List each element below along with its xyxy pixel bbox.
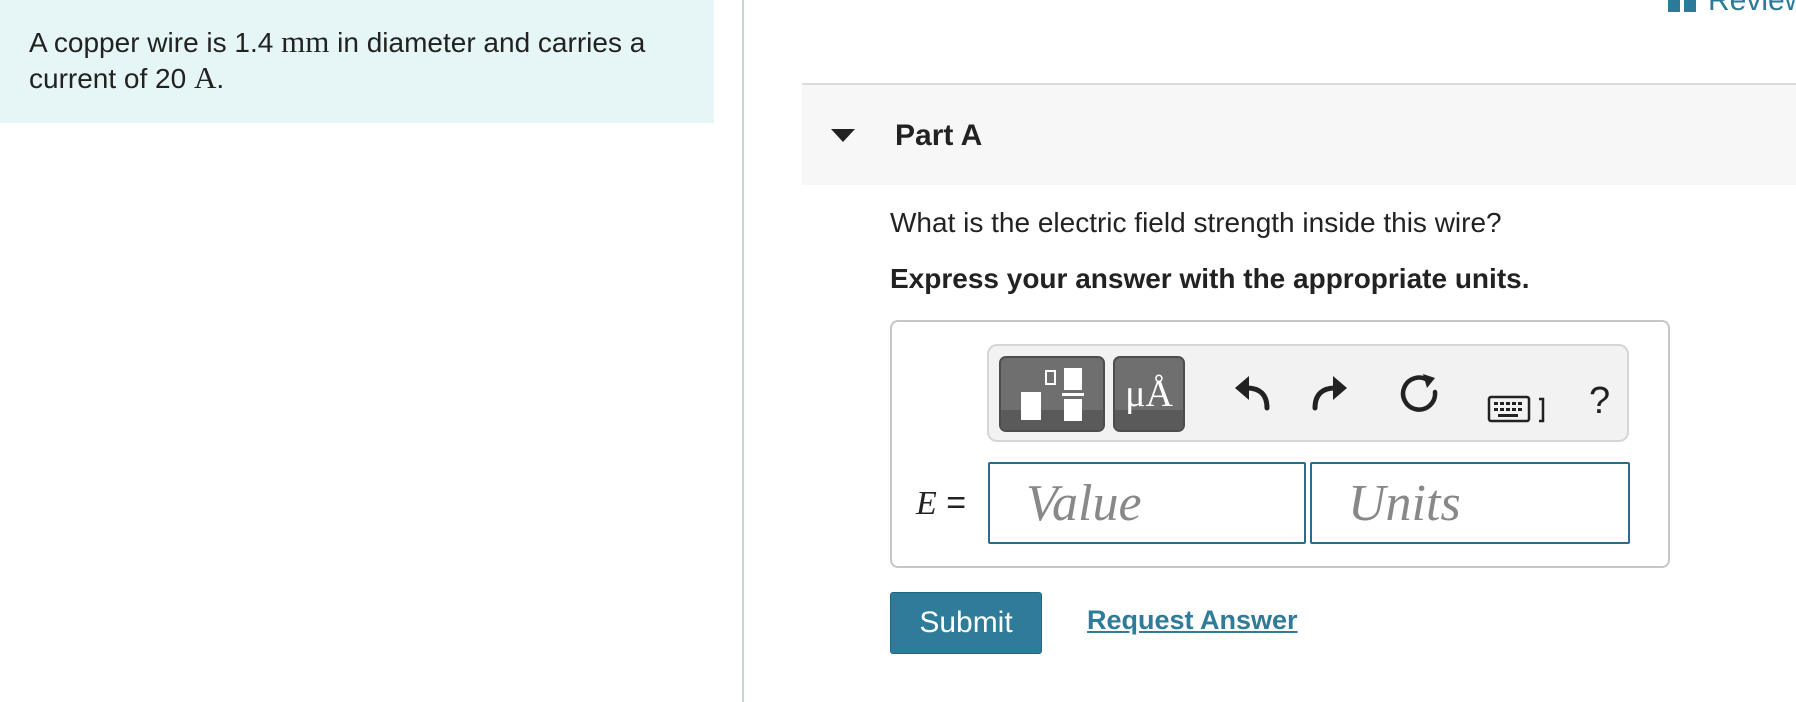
redo-icon[interactable] (1307, 372, 1351, 416)
part-header[interactable]: Part A (802, 85, 1796, 185)
part-title: Part A (895, 119, 983, 152)
unit-mm: mm (281, 24, 330, 59)
problem-text-3: current of 20 (29, 63, 187, 94)
value-input[interactable] (988, 462, 1306, 544)
variable-symbol: E (916, 485, 937, 522)
equals-sign: = (946, 484, 967, 522)
help-button[interactable]: ? (1589, 380, 1610, 423)
answer-box: μÅ ? E = (890, 320, 1670, 568)
request-answer-link[interactable]: Request Answer (1087, 605, 1298, 636)
panel-divider (742, 0, 744, 702)
caret-down-icon[interactable] (831, 129, 855, 142)
reset-icon[interactable] (1399, 372, 1443, 416)
submit-button[interactable]: Submit (890, 592, 1042, 654)
templates-button[interactable] (999, 356, 1105, 432)
review-label: Review (1708, 0, 1796, 17)
book-icon (1668, 0, 1696, 12)
problem-text-1: A copper wire is 1.4 (29, 27, 274, 58)
units-glyph: μÅ (1125, 373, 1173, 415)
problem-statement: A copper wire is 1.4 mm in diameter and … (0, 0, 714, 123)
undo-icon[interactable] (1231, 372, 1275, 416)
units-input[interactable] (1310, 462, 1630, 544)
keyboard-icon[interactable] (1487, 388, 1549, 432)
problem-text-4: . (216, 63, 225, 94)
fraction-template-icon (1021, 368, 1084, 421)
math-toolbar: μÅ ? (987, 344, 1629, 442)
unit-ampere: A (193, 60, 217, 95)
review-link[interactable]: Review (1668, 0, 1796, 17)
instruction-text: Express your answer with the appropriate… (890, 263, 1530, 294)
problem-text-2: in diameter and carries a (337, 27, 646, 58)
units-button[interactable]: μÅ (1113, 356, 1185, 432)
question-text: What is the electric field strength insi… (890, 207, 1502, 238)
variable-label: E = (916, 484, 966, 523)
